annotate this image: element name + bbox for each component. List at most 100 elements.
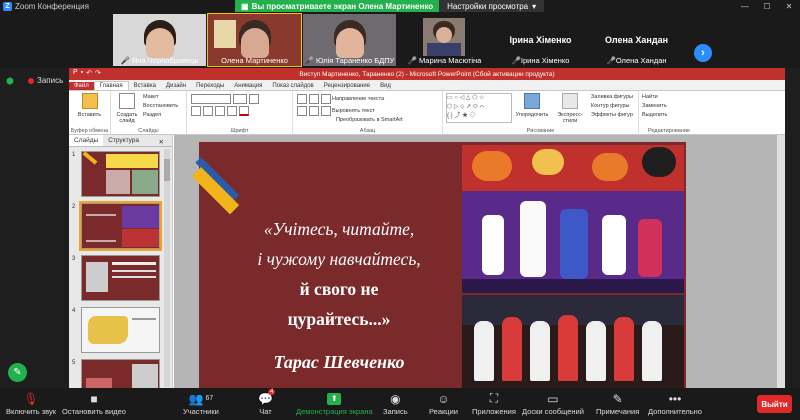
slide-thumbnail[interactable]	[81, 151, 160, 197]
canvas-scrollbar[interactable]	[777, 135, 785, 390]
toolbar-label: Запись	[383, 407, 408, 416]
share-screen-button[interactable]: ⬆ Демонстрация экрана	[296, 390, 373, 416]
tab-insert[interactable]: Вставка	[129, 82, 161, 90]
italic-icon[interactable]	[203, 106, 213, 116]
participant-tile[interactable]: Олена Хандан 🎤Олена Хандан	[590, 14, 683, 66]
participant-tile-active[interactable]: Олена Мартиненко	[207, 13, 302, 67]
tab-slides[interactable]: Слайды	[69, 135, 104, 146]
arrange-button[interactable]: Упорядочить	[515, 112, 549, 118]
save-icon[interactable]: ▪	[81, 69, 83, 77]
participant-tile[interactable]: 🎤 Марина Масютіна	[398, 14, 491, 66]
align-left-icon[interactable]	[297, 106, 307, 116]
minimize-button[interactable]: —	[734, 0, 756, 12]
view-options-button[interactable]: Настройки просмотра ▾	[439, 0, 545, 12]
close-icon[interactable]: ✕	[154, 136, 169, 148]
mic-muted-icon: 🎤	[407, 56, 417, 65]
next-page-button[interactable]: ›	[694, 44, 712, 62]
recording-indicator[interactable]: Запись	[28, 76, 63, 85]
participant-face	[335, 28, 364, 58]
apps-button[interactable]: ⛶ Приложения	[472, 390, 516, 416]
section-button[interactable]: Раздел	[143, 111, 178, 120]
underline-icon[interactable]	[215, 106, 225, 116]
quick-styles-button[interactable]: Экспресс-стили	[552, 112, 588, 124]
participant-tile[interactable]: Ірина Хіменко 🎤Ірина Хіменко	[494, 14, 587, 66]
stop-video-button[interactable]: ■ Остановить видео	[62, 390, 126, 417]
slide-quote: «Учітесь, читайте, і чужому навчайтесь, …	[213, 214, 465, 334]
participant-tile[interactable]: 🎤 Яна Чорнобривець	[113, 14, 206, 66]
paste-button[interactable]: Вставить	[72, 112, 107, 118]
ppt-logo-icon: P	[73, 69, 78, 76]
slide-thumbnail[interactable]	[81, 307, 160, 353]
slide-thumbnail[interactable]	[81, 255, 160, 301]
annotate-icon[interactable]: ✎	[8, 363, 27, 382]
bullets-icon[interactable]	[297, 94, 307, 104]
align-text-button[interactable]: Выровнять текст	[332, 105, 375, 117]
new-slide-button[interactable]: Создать слайд	[114, 112, 140, 124]
chevron-right-icon: ›	[701, 47, 705, 59]
redo-icon[interactable]: ↷	[95, 69, 101, 77]
strike-icon[interactable]	[227, 106, 237, 116]
numbering-icon[interactable]	[309, 94, 319, 104]
arrange-icon[interactable]	[524, 93, 540, 109]
mic-muted-icon: 🎤	[606, 56, 616, 65]
notes-button[interactable]: ✎ Примечания	[596, 390, 639, 417]
slide-thumbnail-selected[interactable]	[79, 201, 162, 251]
editing-group: Найти Заменить Выделить Редактирование	[639, 91, 699, 135]
text-direction-button[interactable]: Направление текста	[332, 93, 384, 105]
paste-icon[interactable]	[81, 93, 98, 109]
shape-fill-button[interactable]: Заливка фигуры	[591, 93, 633, 102]
tab-slideshow[interactable]: Показ слайдов	[267, 82, 318, 90]
indent-icon[interactable]	[321, 94, 331, 104]
select-button[interactable]: Выделить	[642, 111, 696, 120]
replace-button[interactable]: Заменить	[642, 102, 696, 111]
tab-outline[interactable]: Структура	[103, 135, 144, 146]
record-button[interactable]: ◉ Запись	[383, 390, 408, 417]
grow-font-icon[interactable]	[249, 94, 259, 104]
leave-button[interactable]: Выйти	[757, 395, 792, 413]
slide-thumbnail[interactable]	[81, 359, 160, 390]
tab-view[interactable]: Вид	[375, 82, 396, 90]
new-slide-icon[interactable]	[119, 93, 135, 109]
tab-animation[interactable]: Анимация	[229, 82, 267, 90]
align-center-icon[interactable]	[309, 106, 319, 116]
shape-outline-button[interactable]: Контур фигуры	[591, 102, 633, 111]
shapes-gallery[interactable]: ▭ ○ ◁ △ ⬠ ☆ ⬡ ▷ ⬦ ↗ ⬭ ⌒{ } ⤴ ★ ◇	[446, 93, 512, 123]
close-button[interactable]: ✕	[778, 0, 800, 12]
bold-icon[interactable]	[191, 106, 201, 116]
unmute-button[interactable]: 🎙 Включить звук	[6, 390, 56, 417]
tab-review[interactable]: Рецензирование	[319, 82, 375, 90]
layout-button[interactable]: Макет	[143, 93, 178, 102]
undo-icon[interactable]: ↶	[86, 69, 92, 77]
shield-icon[interactable]: ⬢	[6, 76, 14, 87]
whiteboard-button[interactable]: ▭ Доски сообщений	[522, 390, 584, 417]
font-name-select[interactable]	[191, 94, 231, 104]
font-color-icon[interactable]	[239, 106, 249, 116]
quote-line: «Учітесь, читайте,	[263, 219, 415, 239]
viewing-indicator[interactable]: ▣ Вы просматриваете экран Олена Мартинен…	[235, 0, 440, 12]
chat-button[interactable]: 💬 4 Чат	[258, 389, 276, 416]
ribbon: Вставить Буфер обмена Создать слайд Маке…	[69, 91, 785, 135]
font-size-select[interactable]	[233, 94, 247, 104]
quick-styles-icon[interactable]	[562, 93, 578, 109]
reactions-button[interactable]: ☺ Реакции	[429, 390, 458, 417]
reset-button[interactable]: Восстановить	[143, 102, 178, 111]
slide-number: 4	[72, 308, 76, 314]
more-button[interactable]: ••• Дополнительно	[648, 390, 702, 417]
shape-effects-button[interactable]: Эффекты фигур	[591, 111, 633, 120]
participant-tile[interactable]: 🎤 Юлія Тараненко БДПУ	[303, 14, 396, 66]
participants-button[interactable]: 👥 67 Участники	[183, 390, 219, 417]
tab-file[interactable]: Файл	[69, 82, 94, 90]
current-slide[interactable]: «Учітесь, читайте, і чужому навчайтесь, …	[191, 142, 686, 390]
find-button[interactable]: Найти	[642, 93, 696, 102]
toolbar-label: Остановить видео	[62, 407, 126, 416]
window-controls: — ☐ ✕	[734, 0, 800, 12]
align-right-icon[interactable]	[321, 106, 331, 116]
maximize-button[interactable]: ☐	[756, 0, 778, 12]
smartart-button[interactable]: Преобразовать в SmartArt	[296, 117, 439, 123]
group-label: Редактирование	[648, 128, 690, 134]
tab-design[interactable]: Дизайн	[161, 82, 191, 90]
tab-home[interactable]: Главная	[93, 81, 129, 90]
tab-transitions[interactable]: Переходы	[191, 82, 229, 90]
group-label: Абзац	[359, 128, 376, 134]
thumbnail-scrollbar[interactable]	[164, 149, 170, 387]
